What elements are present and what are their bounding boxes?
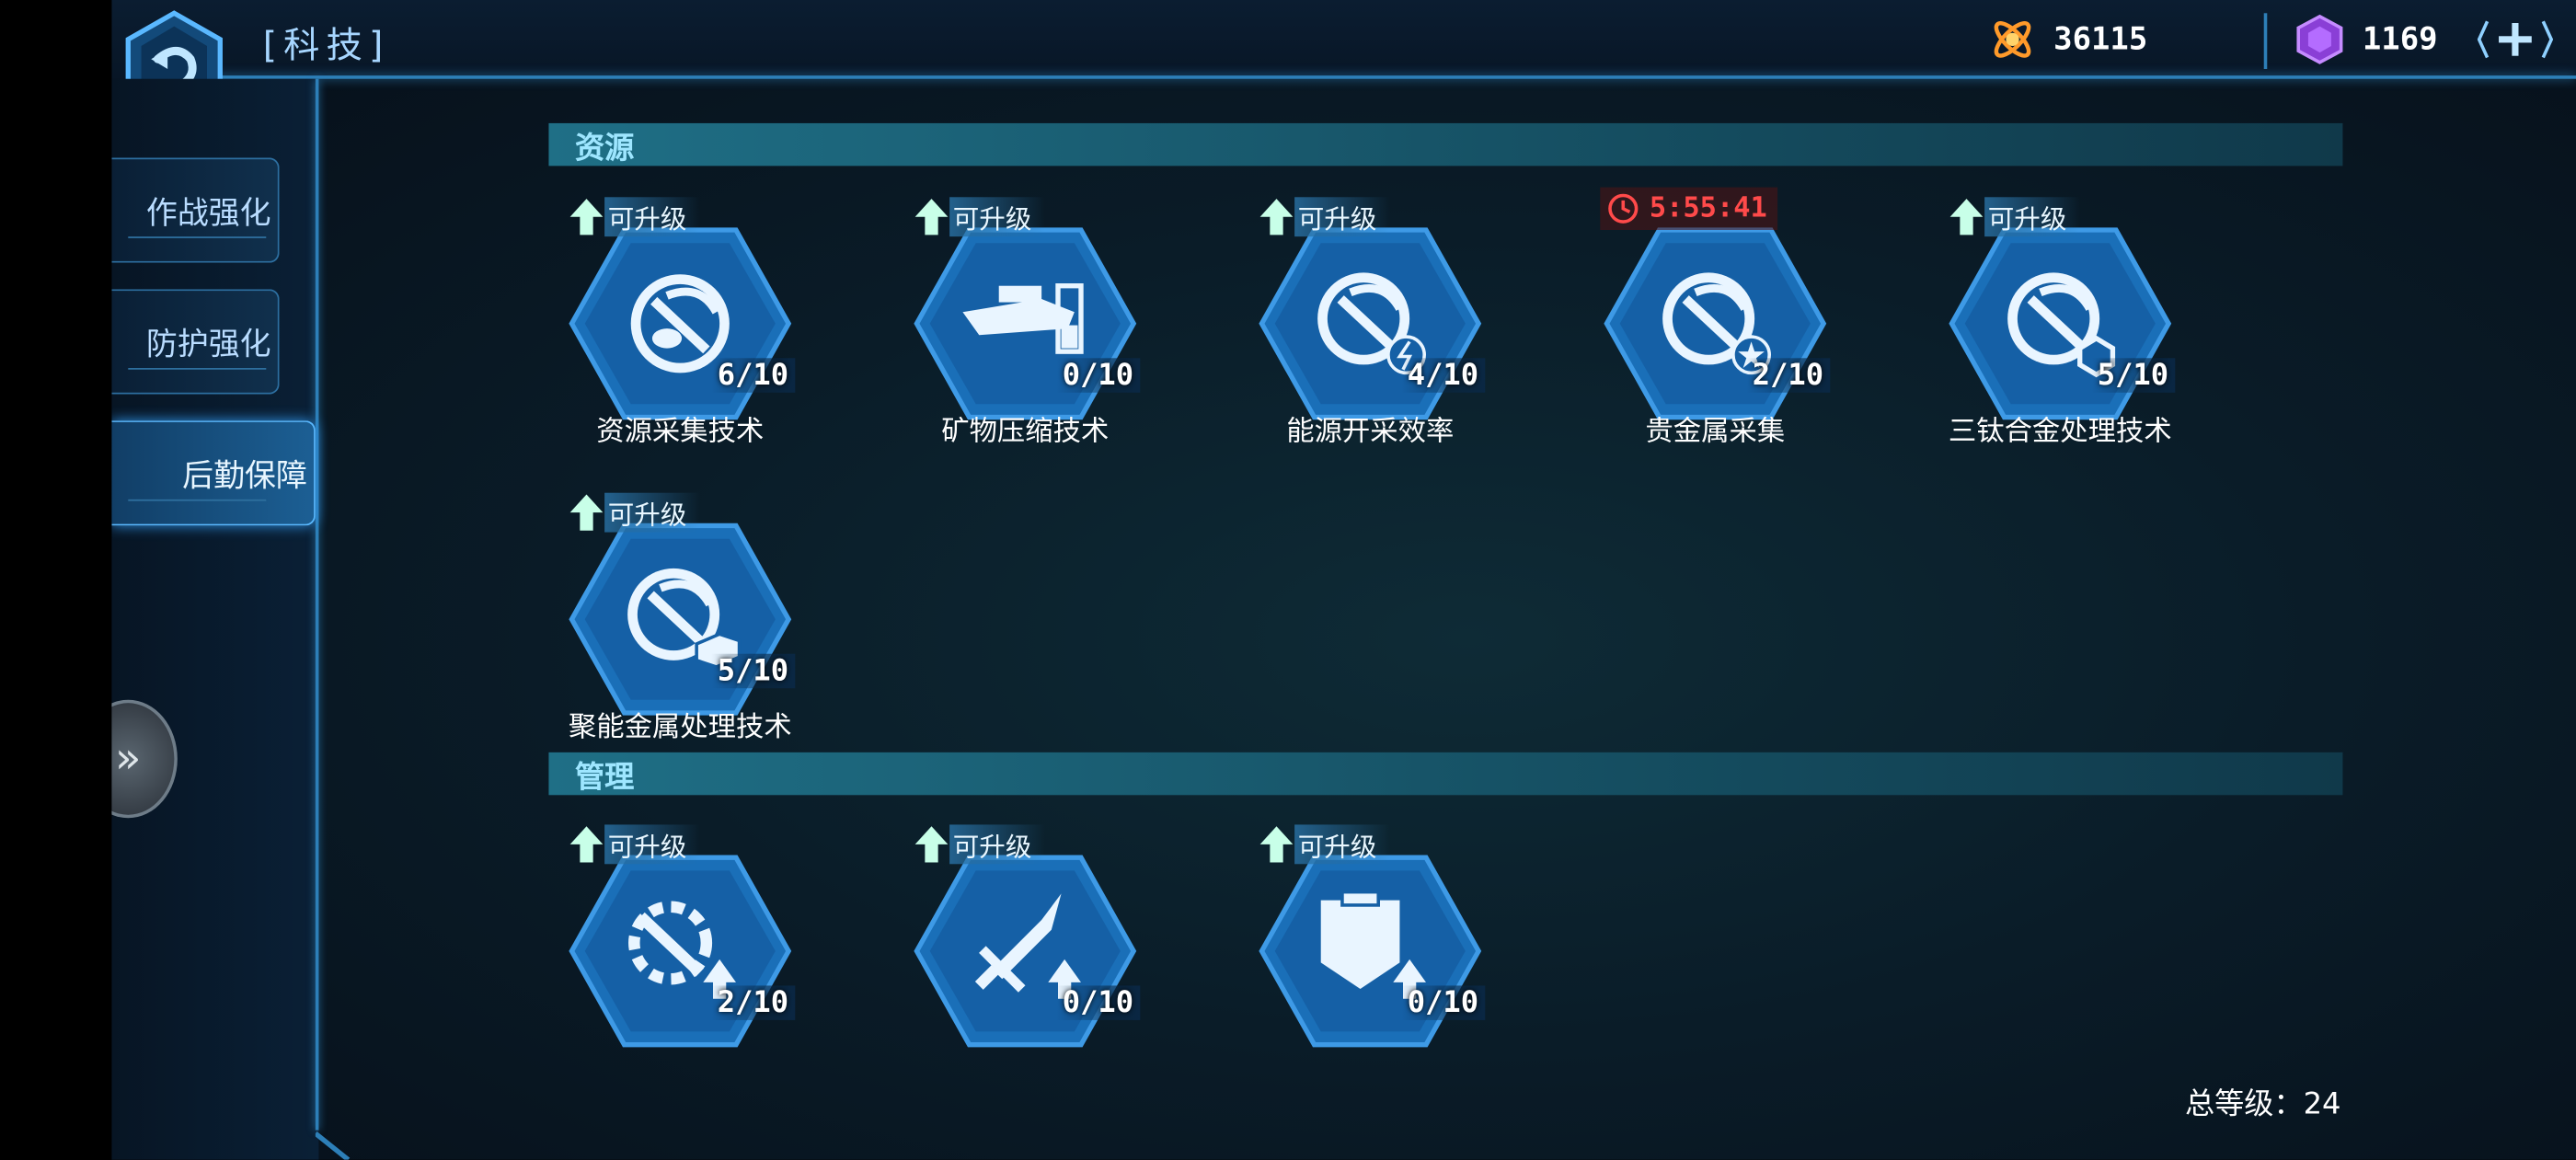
badge-label: 可升级 (604, 492, 700, 533)
tab-underline (128, 499, 267, 501)
tech-name: 能源开采效率 (1286, 415, 1455, 449)
tech-level: 0/10 (1400, 985, 1486, 1020)
upgrade-available-badge: 可升级 (569, 492, 700, 533)
tab-defense-enhance[interactable]: 防护强化 (111, 289, 280, 395)
tech-node-management-3[interactable]: 可升级 0/10 (1238, 824, 1501, 1087)
section-title: 管理 (575, 760, 635, 796)
badge-label: 可升级 (949, 824, 1045, 865)
gem-resource: 1169 (2294, 8, 2438, 71)
timer-text: 5:55:41 (1649, 191, 1767, 225)
badge-label: 可升级 (604, 197, 700, 237)
upgrade-available-badge: 可升级 (1259, 197, 1390, 237)
top-divider (213, 75, 2576, 79)
up-arrow-icon (569, 494, 604, 531)
tech-name: 资源采集技术 (596, 415, 765, 449)
up-arrow-icon (1949, 199, 1984, 235)
upgrade-available-badge: 可升级 (914, 197, 1045, 237)
left-letterbox (0, 0, 112, 1160)
up-arrow-icon (569, 826, 604, 863)
tech-node-precious-metal[interactable]: 5:55:41 2/10 贵金属采集 (1583, 187, 1846, 460)
tab-combat-enhance[interactable]: 作战强化 (111, 157, 280, 263)
up-arrow-icon (569, 199, 604, 235)
tech-node-titanium-alloy[interactable]: 可升级 5/10 三钛合金处理技术 (1928, 197, 2191, 460)
add-resource-button[interactable] (2477, 10, 2553, 69)
gold-amount: 36115 (2053, 21, 2148, 58)
section-title: 资源 (575, 131, 635, 167)
upgrade-available-badge: 可升级 (914, 824, 1045, 865)
badge-label: 可升级 (949, 197, 1045, 237)
up-arrow-icon (914, 199, 949, 235)
tech-node-energy-mining[interactable]: 可升级 4/10 能源开采效率 (1238, 197, 1501, 460)
tech-level: 4/10 (1400, 358, 1486, 393)
gold-resource: 36115 (1988, 8, 2148, 71)
tech-level: 2/10 (710, 985, 796, 1020)
atom-resource-icon (1994, 21, 2031, 58)
tab-underline (128, 368, 267, 370)
tech-node-management-1[interactable]: 可升级 2/10 (548, 824, 811, 1087)
resource-divider (2263, 13, 2268, 70)
up-arrow-icon (1259, 199, 1294, 235)
tech-level: 0/10 (1055, 985, 1141, 1020)
tech-level: 6/10 (710, 358, 796, 393)
gem-amount: 1169 (2362, 21, 2438, 58)
upgrade-available-badge: 可升级 (569, 197, 700, 237)
page-title: [科技] (262, 26, 390, 68)
upgrade-available-badge: 可升级 (1949, 197, 2080, 237)
badge-label: 可升级 (1984, 197, 2080, 237)
tech-node-resource-gathering[interactable]: 可升级 6/10 资源采集技术 (548, 197, 811, 460)
tech-level: 5/10 (2090, 358, 2176, 393)
tech-level: 2/10 (1745, 358, 1831, 393)
gem-icon (2296, 14, 2343, 64)
corner-accent (315, 1131, 351, 1160)
section-header-management: 管理 (548, 752, 2343, 796)
clock-icon (1608, 193, 1639, 224)
tech-screen: [科技] 36115 1169 作战强化 防护强化 后勤保障 » 资源 管理 可… (111, 0, 2576, 1160)
up-arrow-icon (914, 826, 949, 863)
tech-node-energy-metal[interactable]: 可升级 5/10 聚能金属处理技术 (548, 492, 811, 756)
tech-name: 聚能金属处理技术 (568, 711, 792, 744)
tech-level: 5/10 (710, 653, 796, 689)
badge-label: 可升级 (1294, 824, 1390, 865)
tab-logistics-support[interactable]: 后勤保障 (111, 420, 316, 526)
tech-node-management-2[interactable]: 可升级 0/10 (893, 824, 1156, 1087)
double-chevron-right-icon: » (115, 734, 142, 784)
total-level: 总等级：24 (2185, 1087, 2341, 1122)
tech-level: 0/10 (1055, 358, 1141, 393)
tech-node-mineral-compression[interactable]: 可升级 0/10 矿物压缩技术 (893, 197, 1156, 460)
plus-icon (2477, 20, 2553, 59)
tab-label: 作战强化 (145, 194, 271, 231)
sidebar-divider (315, 78, 319, 1131)
section-header-resources: 资源 (548, 122, 2343, 167)
tab-underline (128, 236, 267, 238)
tech-name: 矿物压缩技术 (941, 415, 1110, 449)
badge-label: 可升级 (604, 824, 700, 865)
top-bar (111, 0, 2576, 79)
up-arrow-icon (1259, 826, 1294, 863)
badge-label: 可升级 (1294, 197, 1390, 237)
upgrade-available-badge: 可升级 (1259, 824, 1390, 865)
upgrade-timer: 5:55:41 (1600, 187, 1777, 230)
tab-label: 防护强化 (145, 326, 271, 362)
upgrade-available-badge: 可升级 (569, 824, 700, 865)
tech-name: 贵金属采集 (1645, 415, 1786, 449)
tech-name: 三钛合金处理技术 (1948, 415, 2172, 449)
tab-label: 后勤保障 (182, 457, 307, 494)
